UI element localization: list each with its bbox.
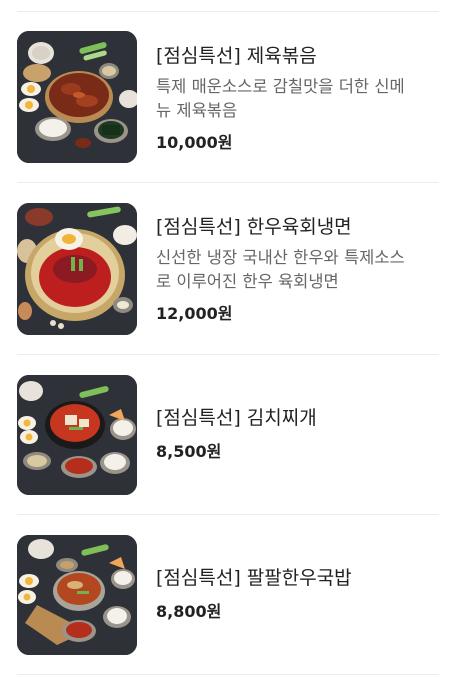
divider xyxy=(17,354,439,355)
menu-item-description-line: 로 이루어진 한우 육회냉면 xyxy=(156,272,339,291)
menu-item-jeyuk-bokkeum[interactable]: [점심특선] 제육볶음 특제 매운소스로 감칠맛을 더한 신메 뉴 제육볶음 1… xyxy=(17,31,439,163)
menu-list: [점심특선] 제육볶음 특제 매운소스로 감칠맛을 더한 신메 뉴 제육볶음 1… xyxy=(0,0,452,678)
food-photo-jeyuk-bokkeum xyxy=(17,31,137,163)
food-photo-hanwoo-yukhoe-naengmyeon xyxy=(17,203,137,335)
menu-item-hanwoo-yukhoe-naengmyeon[interactable]: [점심특선] 한우육회냉면 신선한 냉장 국내산 한우와 특제소스 로 이루어진… xyxy=(17,203,439,335)
divider xyxy=(17,514,439,515)
menu-item-price: 8,500원 xyxy=(156,442,222,461)
menu-item-description: 신선한 냉장 국내산 한우와 특제소스 로 이루어진 한우 육회냉면 xyxy=(156,246,446,294)
menu-item-description-line: 신선한 냉장 국내산 한우와 특제소스 xyxy=(156,248,405,267)
food-photo-palpal-hanwoo-gukbap xyxy=(17,535,137,655)
menu-item-description-line: 뉴 제육볶음 xyxy=(156,101,238,120)
divider xyxy=(17,182,439,183)
menu-item-palpal-hanwoo-gukbap[interactable]: [점심특선] 팔팔한우국밥 8,800원 xyxy=(17,535,439,655)
menu-item-description: 특제 매운소스로 감칠맛을 더한 신메 뉴 제육볶음 xyxy=(156,75,446,123)
menu-item-kimchi-jjigae[interactable]: [점심특선] 김치찌개 8,500원 xyxy=(17,375,439,495)
divider xyxy=(17,674,439,675)
divider xyxy=(17,11,439,12)
menu-item-description-line: 특제 매운소스로 감칠맛을 더한 신메 xyxy=(156,77,405,96)
menu-item-price: 8,800원 xyxy=(156,602,222,621)
menu-item-name: [점심특선] 한우육회냉면 xyxy=(156,216,352,238)
menu-item-name: [점심특선] 제육볶음 xyxy=(156,45,317,67)
menu-item-name: [점심특선] 팔팔한우국밥 xyxy=(156,567,352,589)
menu-item-price: 12,000원 xyxy=(156,304,233,323)
menu-item-price: 10,000원 xyxy=(156,133,233,152)
menu-item-name: [점심특선] 김치찌개 xyxy=(156,407,317,429)
food-photo-kimchi-jjigae xyxy=(17,375,137,495)
